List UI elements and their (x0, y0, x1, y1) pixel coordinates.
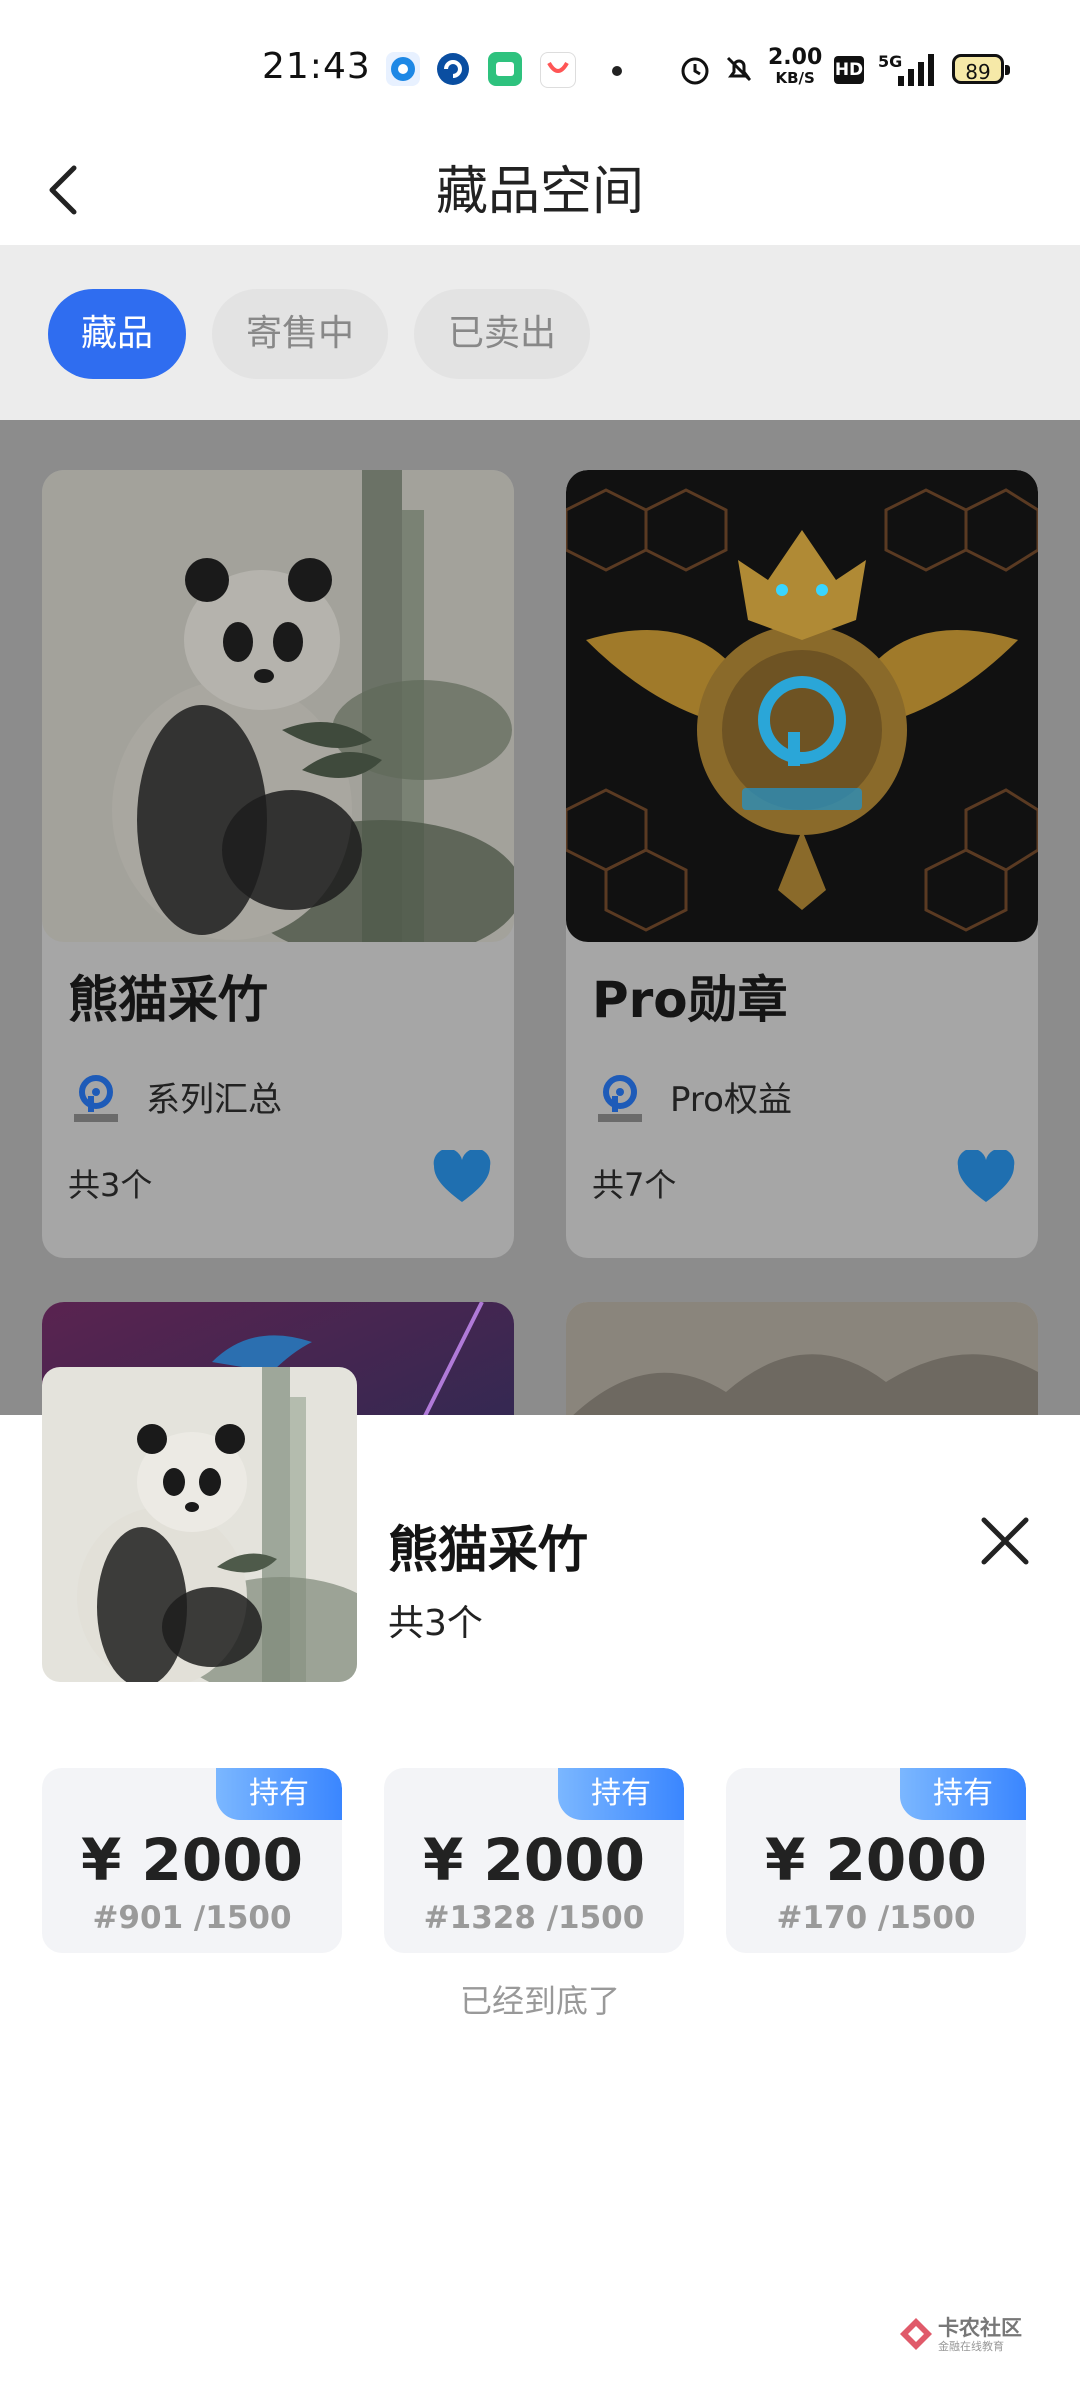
collection-grid: 熊猫采竹 系列汇总 共3个 Pro勋章 Pro权益 共7个 (0, 420, 1080, 1415)
shopping-app-icon (540, 52, 576, 88)
watermark-logo-icon (900, 2318, 932, 2350)
page-title: 藏品空间 (435, 162, 644, 222)
status-bar: 21:43 2.00 KB/S HD 5G 89 (0, 0, 1080, 140)
heart-icon[interactable] (956, 1150, 1016, 1206)
bank-app-icon (436, 52, 470, 86)
tab-collections[interactable]: 藏品 (48, 289, 186, 379)
collection-card-partial[interactable] (566, 1302, 1038, 1415)
collection-title: Pro勋章 (592, 971, 788, 1029)
heart-icon[interactable] (432, 1150, 492, 1206)
watermark-subtitle: 金融在线教育 (938, 2340, 1004, 2353)
wallet-app-icon (488, 52, 522, 86)
collection-title: 熊猫采竹 (68, 971, 268, 1029)
collection-image-pro-medal (566, 470, 1038, 942)
collection-count: 共3个 (68, 1166, 153, 1204)
token-price: ¥ 2000 (765, 1826, 987, 1894)
mute-bell-icon (726, 56, 752, 82)
collection-image-landscape (566, 1302, 1038, 1415)
sheet-count: 共3个 (388, 1603, 483, 1644)
end-of-list-text: 已经到底了 (459, 1982, 620, 2020)
page-header: 藏品空间 (0, 140, 1080, 245)
hd-voice-icon: HD (834, 56, 864, 84)
sheet-title: 熊猫采竹 (388, 1521, 588, 1579)
collection-image-panda (42, 470, 514, 942)
token-card[interactable]: 持有 ¥ 2000 #170 /1500 (726, 1768, 1026, 1953)
close-icon[interactable] (976, 1512, 1034, 1570)
collection-series: Pro权益 (670, 1080, 792, 1120)
tabs-bar: 藏品 寄售中 已卖出 (0, 245, 1080, 420)
network-speed: 2.00 KB/S (768, 45, 823, 88)
tab-consigning[interactable]: 寄售中 (212, 289, 388, 379)
battery-icon: 89 (952, 54, 1010, 84)
token-price: ¥ 2000 (81, 1826, 303, 1894)
signal-icon (898, 54, 934, 86)
network-speed-unit: KB/S (775, 69, 815, 87)
tab-sold[interactable]: 已卖出 (414, 289, 590, 379)
collection-card-pro-medal[interactable]: Pro勋章 Pro权益 共7个 (566, 470, 1038, 1258)
status-time: 21:43 (262, 46, 371, 87)
network-speed-value: 2.00 (768, 45, 823, 70)
token-card[interactable]: 持有 ¥ 2000 #1328 /1500 (384, 1768, 684, 1953)
collection-card-panda[interactable]: 熊猫采竹 系列汇总 共3个 (42, 470, 514, 1258)
more-notifications-icon (612, 66, 622, 76)
token-price: ¥ 2000 (423, 1826, 645, 1894)
token-card[interactable]: 持有 ¥ 2000 #901 /1500 (42, 1768, 342, 1953)
pro-logo-icon (74, 1075, 118, 1122)
owned-badge: 持有 (900, 1768, 1026, 1820)
sheet-collection-image (42, 1367, 357, 1682)
collection-count: 共7个 (592, 1166, 677, 1204)
token-serial: #1328 /1500 (423, 1900, 645, 1936)
token-serial: #170 /1500 (776, 1900, 976, 1936)
owned-badge: 持有 (216, 1768, 342, 1820)
watermark: 卡农社区 金融在线教育 (898, 2312, 1022, 2360)
app-notification-icon (386, 52, 420, 86)
pro-logo-icon (598, 1075, 642, 1122)
collection-series: 系列汇总 (146, 1080, 282, 1120)
token-serial: #901 /1500 (92, 1900, 292, 1936)
owned-badge: 持有 (558, 1768, 684, 1820)
alarm-icon (681, 57, 709, 85)
